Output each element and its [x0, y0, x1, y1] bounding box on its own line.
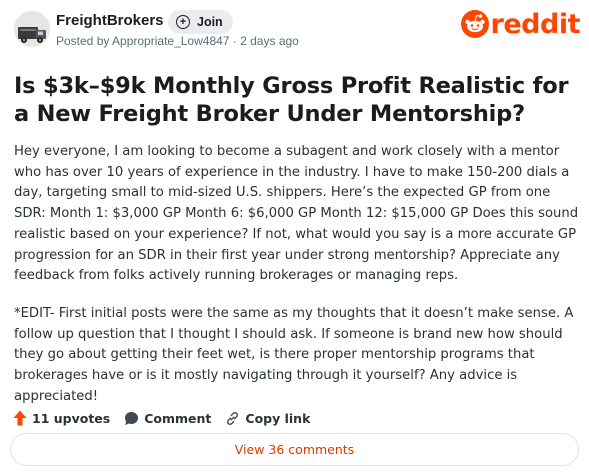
- join-button[interactable]: + Join: [168, 10, 233, 34]
- subreddit-name[interactable]: FreightBrokers: [56, 12, 164, 29]
- post-body-paragraph: *EDIT- First initial posts were the same…: [14, 305, 574, 404]
- copy-link-button[interactable]: Copy link: [225, 411, 310, 426]
- reddit-wordmark: reddit: [490, 8, 581, 40]
- view-comments-button[interactable]: View 36 comments: [10, 433, 579, 466]
- upvote-count: 11 upvotes: [32, 410, 111, 426]
- comment-bubble-icon: [125, 411, 139, 425]
- post-title: Is $3k–$9k Monthly Gross Profit Realisti…: [14, 73, 569, 127]
- upvote-button[interactable]: 11 upvotes: [13, 410, 110, 426]
- plus-circle-icon: +: [176, 15, 190, 29]
- post-body-paragraph: Hey everyone, I am looking to become a s…: [14, 144, 579, 284]
- reddit-snoo-icon: [460, 10, 489, 38]
- link-icon: [227, 411, 239, 425]
- reddit-logo[interactable]: reddit: [460, 8, 581, 40]
- upvote-arrow-icon: [13, 410, 27, 426]
- subreddit-avatar[interactable]: [14, 11, 50, 47]
- post-actions: 11 upvotes Comment Copy link: [13, 408, 324, 428]
- join-label: Join: [197, 15, 223, 29]
- comment-button[interactable]: Comment: [124, 411, 211, 426]
- post-meta: Posted by Appropriate_Low4847 · 2 days a…: [56, 34, 299, 48]
- post-body: Hey everyone, I am looking to become a s…: [14, 142, 584, 424]
- comment-label: Comment: [144, 410, 212, 426]
- copy-link-label: Copy link: [245, 410, 311, 426]
